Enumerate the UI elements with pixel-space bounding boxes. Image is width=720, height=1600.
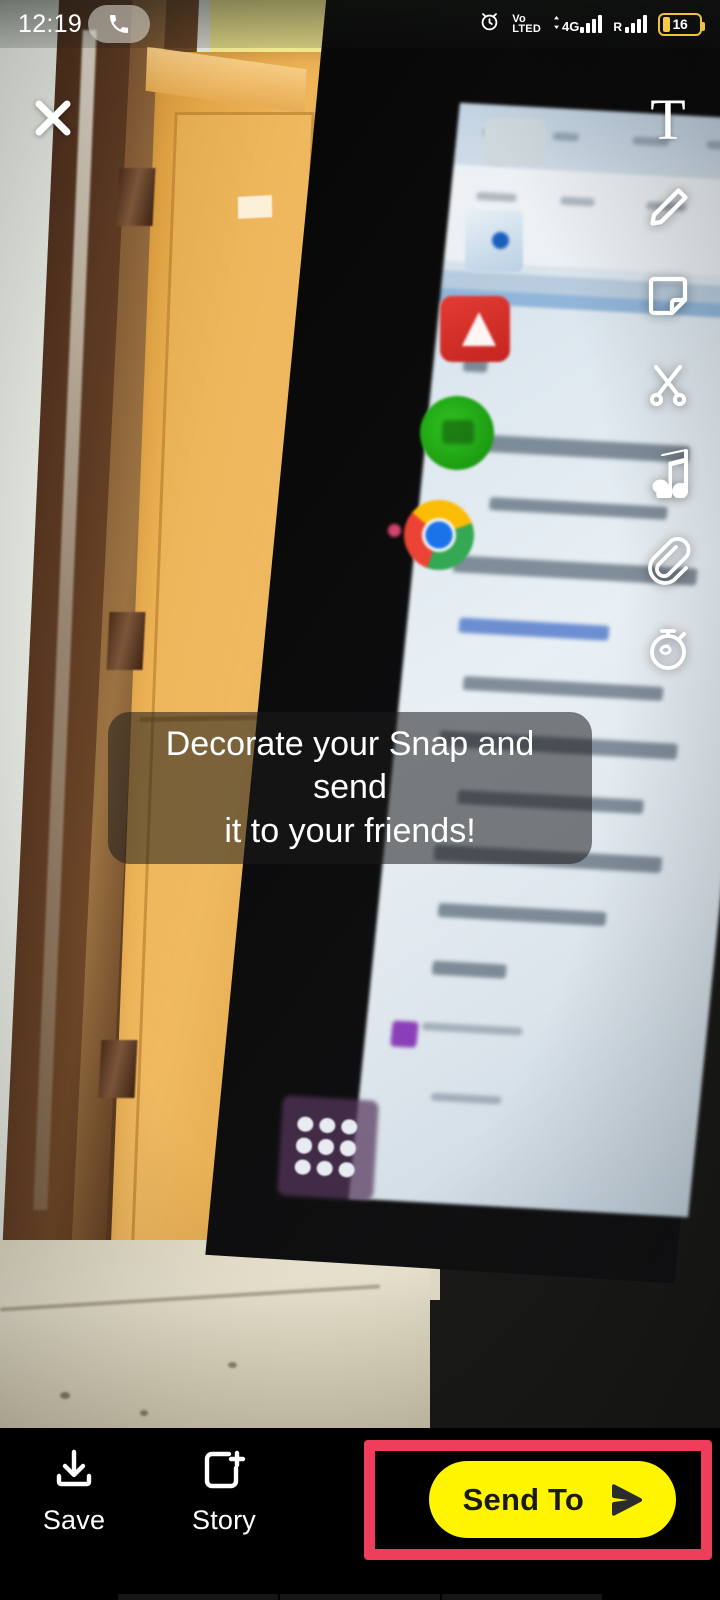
text-T-icon: T bbox=[650, 87, 686, 152]
story-button[interactable]: Story bbox=[172, 1446, 276, 1536]
photo-door-hinge bbox=[98, 1040, 138, 1098]
photo-door-hinge bbox=[116, 168, 156, 226]
bottom-action-bar: Save Story Send To bbox=[0, 1428, 720, 1600]
attach-link-button[interactable] bbox=[630, 516, 706, 604]
photo-app-drawer-dots bbox=[294, 1116, 358, 1178]
status-clock: 12:19 bbox=[18, 9, 83, 38]
alarm-clock-icon bbox=[478, 10, 501, 38]
photo-app-icon-green-glyph bbox=[442, 420, 474, 444]
photo-floor-mark bbox=[60, 1392, 70, 1399]
photo-app-icon-generic bbox=[484, 118, 546, 166]
signal-bars-sim2 bbox=[625, 15, 647, 33]
draw-tool-button[interactable] bbox=[630, 164, 706, 252]
volte-indicator: Vo LTED bbox=[512, 13, 541, 35]
phone-icon bbox=[88, 5, 151, 43]
scissors-tool-button[interactable] bbox=[630, 340, 706, 428]
scissors-icon bbox=[649, 365, 687, 407]
save-label: Save bbox=[42, 1505, 106, 1535]
status-bar: 12:19 Vo LTED 4G R 16 bbox=[0, 0, 720, 48]
photo-floor-mark bbox=[140, 1410, 148, 1416]
signal-bars-sim1 bbox=[580, 15, 603, 33]
text-tool-button[interactable]: T bbox=[630, 76, 706, 164]
save-button[interactable]: Save bbox=[22, 1446, 126, 1536]
photo-notification-dot bbox=[388, 524, 401, 537]
tooltip-text: Decorate your Snap and send it to your f… bbox=[108, 723, 592, 854]
pencil-icon bbox=[650, 188, 688, 226]
android-nav-hint bbox=[0, 1586, 720, 1600]
photo-floor-mark bbox=[228, 1362, 237, 1368]
photo-door-hinge bbox=[106, 612, 146, 670]
photo-app-icon-red-a-glyph bbox=[462, 312, 496, 346]
download-save-icon bbox=[56, 1449, 92, 1487]
photo-door-sticker bbox=[237, 195, 273, 219]
close-x-icon bbox=[35, 100, 71, 136]
send-to-button[interactable]: Send To bbox=[428, 1461, 676, 1538]
decorate-snap-tooltip: Decorate your Snap and send it to your f… bbox=[108, 712, 592, 864]
photo-app-icon-docs-accent bbox=[492, 232, 509, 249]
story-label: Story bbox=[191, 1505, 257, 1535]
battery-indicator: 16 bbox=[658, 12, 705, 36]
add-to-story-icon bbox=[204, 1450, 246, 1489]
stopwatch-icon bbox=[650, 629, 686, 670]
photo-doc-image-thumb bbox=[390, 1020, 419, 1048]
photo-app-icon-chrome-core bbox=[422, 518, 456, 552]
edit-tools-rail: T bbox=[630, 76, 706, 692]
tooltip-line-1: Decorate your Snap and send bbox=[165, 724, 535, 807]
signal-4g-indicator: 4G bbox=[552, 15, 603, 33]
send-to-label: Send To bbox=[462, 1481, 584, 1517]
tooltip-line-2: it to your friends! bbox=[224, 811, 476, 850]
music-tool-button[interactable] bbox=[630, 428, 706, 516]
sticker-icon bbox=[648, 276, 688, 316]
close-button[interactable] bbox=[25, 90, 81, 146]
music-note-icon bbox=[652, 448, 689, 498]
timer-tool-button[interactable] bbox=[630, 604, 706, 692]
sticker-tool-button[interactable] bbox=[630, 252, 706, 340]
roaming-signal-indicator: R bbox=[613, 15, 647, 33]
paperclip-icon bbox=[648, 537, 691, 585]
photo-floor bbox=[0, 1240, 430, 1428]
snapchat-preview-screen: 12:19 Vo LTED 4G R 16 T Decorate your Sn… bbox=[0, 0, 720, 1600]
send-arrow-icon bbox=[612, 1483, 643, 1516]
